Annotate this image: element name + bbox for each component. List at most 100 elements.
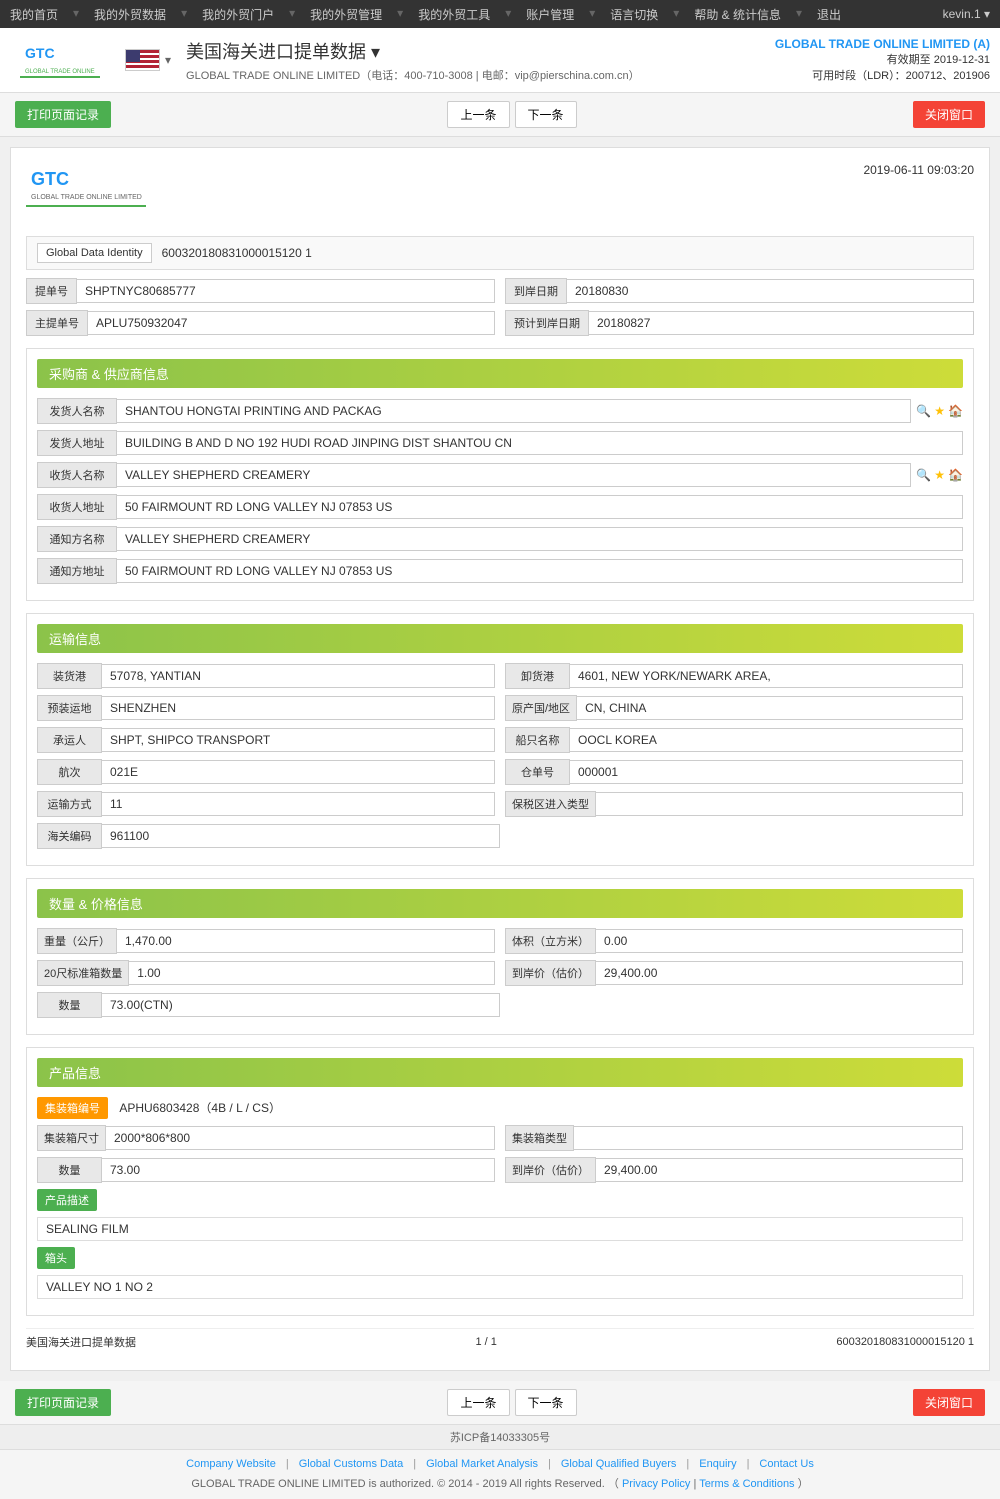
nav-group-bottom: 上一条 下一条 (447, 1389, 576, 1416)
print-button[interactable]: 打印页面记录 (15, 101, 111, 128)
carrier-value: SHPT, SHIPCO TRANSPORT (102, 728, 495, 752)
nav-portal[interactable]: 我的外贸门户 (202, 6, 274, 23)
container-size-label: 集装箱尺寸 (37, 1125, 106, 1151)
doc-header: GTC GLOBAL TRADE ONLINE LIMITED 2019-06-… (26, 163, 974, 221)
prev-button-top[interactable]: 上一条 (447, 101, 509, 128)
transport-mode-value: 11 (102, 792, 495, 816)
customs-code-label: 海关编码 (37, 823, 102, 849)
mark-label: 箱头 (37, 1247, 75, 1269)
footer-copyright: GLOBAL TRADE ONLINE LIMITED is authorize… (0, 1475, 1000, 1491)
notify-addr-value: 50 FAIRMOUNT RD LONG VALLEY NJ 07853 US (117, 559, 963, 583)
prod-shore-price-value: 29,400.00 (596, 1158, 963, 1182)
nav-logout[interactable]: 退出 (817, 6, 841, 23)
ldr-info: 可用时段（LDR）：200712、201906 (775, 67, 990, 83)
company-name: GLOBAL TRADE ONLINE LIMITED (A) (775, 37, 990, 51)
nav-management[interactable]: 我的外贸管理 (310, 6, 382, 23)
notify-name-label: 通知方名称 (37, 526, 117, 552)
transport-mode-label: 运输方式 (37, 791, 102, 817)
action-bar-top: 打印页面记录 上一条 下一条 关闭窗口 (0, 93, 1000, 137)
volume-label: 体积（立方米） (505, 928, 596, 954)
next-button-bottom[interactable]: 下一条 (515, 1389, 577, 1416)
nav-account[interactable]: 账户管理 (526, 6, 574, 23)
pre-dest-value: SHENZHEN (102, 696, 495, 720)
consignee-home-icon[interactable]: 🏠 (948, 468, 963, 482)
customs-code-value: 961100 (102, 824, 500, 848)
voyage-label: 航次 (37, 759, 102, 785)
terms-link[interactable]: Terms & Conditions (699, 1478, 794, 1490)
unloading-port-value: 4601, NEW YORK/NEWARK AREA, (570, 664, 963, 688)
weight-value: 1,470.00 (117, 929, 495, 953)
privacy-policy-link[interactable]: Privacy Policy (622, 1478, 690, 1490)
container-no-value: APHU6803428（4B / L / CS） (111, 1097, 289, 1119)
buyer-supplier-section: 采购商 & 供应商信息 发货人名称 SHANTOU HONGTAI PRINTI… (26, 348, 974, 601)
shipper-addr-label: 发货人地址 (37, 430, 117, 456)
footer-link-enquiry[interactable]: Enquiry (699, 1458, 736, 1470)
shipper-star-icon[interactable]: ★ (934, 404, 945, 418)
footer-link-contact[interactable]: Contact Us (759, 1458, 813, 1470)
footer-link-customs[interactable]: Global Customs Data (299, 1458, 404, 1470)
consignee-name-row: 收货人名称 VALLEY SHEPHERD CREAMERY 🔍 ★ 🏠 (37, 462, 963, 488)
logo: GTC GLOBAL TRADE ONLINE (10, 35, 110, 85)
document-content: GTC GLOBAL TRADE ONLINE LIMITED 2019-06-… (10, 147, 990, 1371)
container20-value: 1.00 (129, 961, 495, 985)
footer-link-buyers[interactable]: Global Qualified Buyers (561, 1458, 677, 1470)
container-no-label: 集装箱编号 (37, 1097, 108, 1119)
voyage-value: 021E (102, 760, 495, 784)
validity-info: 有效期至 2019-12-31 (775, 51, 990, 67)
consignee-name-value: VALLEY SHEPHERD CREAMERY (117, 463, 911, 487)
shore-price-label: 到岸价（估价） (505, 960, 596, 986)
footer-link-company[interactable]: Company Website (186, 1458, 276, 1470)
unloading-port-label: 卸货港 (505, 663, 570, 689)
doc-timestamp: 2019-06-11 09:03:20 (863, 163, 974, 177)
consignee-star-icon[interactable]: ★ (934, 468, 945, 482)
language-flag[interactable]: ▾ (125, 49, 171, 71)
footer-link-market[interactable]: Global Market Analysis (426, 1458, 538, 1470)
nav-group-top: 上一条 下一条 (447, 101, 576, 128)
next-button-top[interactable]: 下一条 (515, 101, 577, 128)
notify-name-value: VALLEY SHEPHERD CREAMERY (117, 527, 963, 551)
print-button-bottom[interactable]: 打印页面记录 (15, 1389, 111, 1416)
warehouse-value: 000001 (570, 760, 963, 784)
header-title-section: 美国海关进口提单数据 ▾ GLOBAL TRADE ONLINE LIMITED… (186, 38, 775, 83)
product-section: 产品信息 集装箱编号 APHU6803428（4B / L / CS） 集装箱尺… (26, 1047, 974, 1316)
vessel-label: 船只名称 (505, 727, 570, 753)
svg-text:GLOBAL TRADE ONLINE LIMITED: GLOBAL TRADE ONLINE LIMITED (31, 194, 142, 201)
product-desc-value: SEALING FILM (37, 1217, 963, 1241)
close-button-bottom[interactable]: 关闭窗口 (913, 1389, 985, 1416)
notify-name-row: 通知方名称 VALLEY SHEPHERD CREAMERY (37, 526, 963, 552)
page-title: 美国海关进口提单数据 ▾ (186, 38, 775, 64)
product-desc-label: 产品描述 (37, 1189, 97, 1211)
gdi-value: 600320180831000015120 1 (162, 246, 312, 260)
footer-links: Company Website | Global Customs Data | … (0, 1458, 1000, 1470)
container-size-value: 2000*806*800 (106, 1126, 495, 1150)
buyer-supplier-header: 采购商 & 供应商信息 (37, 359, 963, 388)
shipper-addr-value: BUILDING B AND D NO 192 HUDI ROAD JINPIN… (117, 431, 963, 455)
consignee-addr-label: 收货人地址 (37, 494, 117, 520)
close-button-top[interactable]: 关闭窗口 (913, 101, 985, 128)
arrival-value: 20180830 (567, 279, 974, 303)
consignee-search-icon[interactable]: 🔍 (916, 468, 931, 482)
prod-qty-label: 数量 (37, 1157, 102, 1183)
weight-label: 重量（公斤） (37, 928, 117, 954)
svg-text:GTC: GTC (31, 169, 69, 189)
quantity-price-section: 数量 & 价格信息 重量（公斤） 1,470.00 体积（立方米） 0.00 2… (26, 878, 974, 1035)
shipper-home-icon[interactable]: 🏠 (948, 404, 963, 418)
svg-text:GTC: GTC (25, 45, 55, 61)
vessel-value: OOCL KOREA (570, 728, 963, 752)
prev-button-bottom[interactable]: 上一条 (447, 1389, 509, 1416)
bill-label: 提单号 (26, 278, 77, 304)
user-info[interactable]: kevin.1 ▾ (943, 7, 990, 21)
nav-help[interactable]: 帮助 & 统计信息 (694, 6, 781, 23)
nav-tools[interactable]: 我的外贸工具 (418, 6, 490, 23)
page-subtitle: GLOBAL TRADE ONLINE LIMITED（电话：400-710-3… (186, 67, 775, 83)
shipper-name-value: SHANTOU HONGTAI PRINTING AND PACKAG (117, 399, 911, 423)
master-bill-value: APLU750932047 (88, 311, 495, 335)
nav-trade-data[interactable]: 我的外贸数据 (94, 6, 166, 23)
bonded-value (596, 792, 963, 816)
nav-language[interactable]: 语言切换 (610, 6, 658, 23)
nav-home[interactable]: 我的首页 (10, 6, 58, 23)
shipper-search-icon[interactable]: 🔍 (916, 404, 931, 418)
quantity-price-header: 数量 & 价格信息 (37, 889, 963, 918)
doc-logo: GTC GLOBAL TRADE ONLINE LIMITED (26, 163, 146, 221)
page-number: 1 / 1 (475, 1336, 496, 1348)
